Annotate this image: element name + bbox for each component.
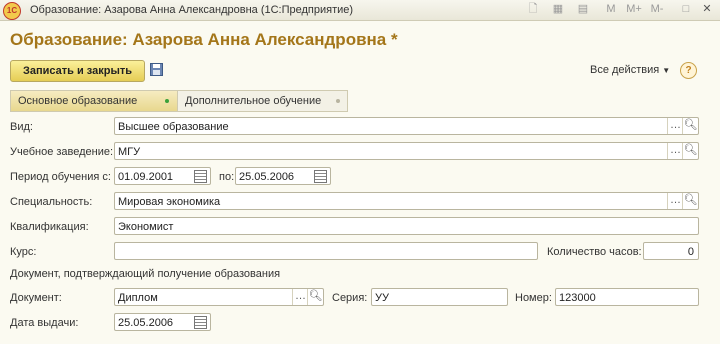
calendar-icon[interactable] xyxy=(314,170,327,183)
course-field[interactable] xyxy=(114,242,538,260)
tab-label: Дополнительное обучение xyxy=(185,95,322,107)
qualification-field[interactable]: Экономист xyxy=(114,217,699,235)
search-icon[interactable]: 🔍︎ xyxy=(307,289,323,305)
hours-label: Количество часов: xyxy=(547,246,642,258)
calculator-icon[interactable]: ▦ xyxy=(550,2,566,17)
document-label: Документ: xyxy=(10,292,62,304)
memory-minus-button[interactable]: M- xyxy=(648,2,666,17)
title-bar: 1С Образование: Азарова Анна Александров… xyxy=(0,0,720,21)
window-title: Образование: Азарова Анна Александровна … xyxy=(30,4,354,16)
institution-field[interactable]: МГУ … 🔍︎ xyxy=(114,142,699,160)
type-label: Вид: xyxy=(10,121,33,133)
period-to-field[interactable]: 25.05.2006 xyxy=(235,167,331,185)
form-heading: Образование: Азарова Анна Александровна … xyxy=(10,30,398,49)
number-value: 123000 xyxy=(559,292,596,304)
issue-date-field[interactable]: 25.05.2006 xyxy=(114,313,211,331)
app-logo-icon: 1С xyxy=(3,2,21,20)
institution-value: МГУ xyxy=(118,146,141,158)
specialty-field[interactable]: Мировая экономика … 🔍︎ xyxy=(114,192,699,210)
help-button[interactable]: ? xyxy=(680,62,697,79)
document-value: Диплом xyxy=(118,292,158,304)
select-button[interactable]: … xyxy=(667,118,683,134)
type-value: Высшее образование xyxy=(118,121,229,133)
specialty-label: Специальность: xyxy=(10,196,93,208)
institution-label: Учебное заведение: xyxy=(10,146,114,158)
calendar-icon[interactable] xyxy=(194,316,207,329)
maximize-button[interactable]: □ xyxy=(680,2,692,17)
period-to-value: 25.05.2006 xyxy=(239,171,295,183)
series-value: УУ xyxy=(375,292,389,304)
calendar-icon[interactable] xyxy=(194,170,207,183)
qualification-label: Квалификация: xyxy=(10,221,89,233)
inactive-dot-icon xyxy=(336,99,340,103)
number-field[interactable]: 123000 xyxy=(555,288,699,306)
issue-date-value: 25.05.2006 xyxy=(118,317,174,329)
period-from-field[interactable]: 01.09.2001 xyxy=(114,167,211,185)
search-icon[interactable]: 🔍︎ xyxy=(682,143,698,159)
type-field[interactable]: Высшее образование … 🔍︎ xyxy=(114,117,699,135)
period-to-label: по: xyxy=(219,171,235,183)
doc-icon[interactable]: 🗋 xyxy=(525,2,541,17)
active-dot-icon xyxy=(165,99,169,103)
issue-date-label: Дата выдачи: xyxy=(10,317,79,329)
hours-value: 0 xyxy=(687,246,694,258)
qualification-value: Экономист xyxy=(118,221,174,233)
series-field[interactable]: УУ xyxy=(371,288,508,306)
period-from-value: 01.09.2001 xyxy=(118,171,174,183)
document-field[interactable]: Диплом … 🔍︎ xyxy=(114,288,324,306)
select-button[interactable]: … xyxy=(667,143,683,159)
chevron-down-icon: ▼ xyxy=(662,66,671,75)
memory-button[interactable]: M xyxy=(604,2,618,17)
save-icon[interactable] xyxy=(150,63,163,76)
series-label: Серия: xyxy=(332,292,368,304)
document-section-title: Документ, подтверждающий получение образ… xyxy=(10,268,281,280)
all-actions-menu[interactable]: Все действия ▼ xyxy=(590,64,670,76)
course-label: Курс: xyxy=(10,246,37,258)
search-icon[interactable]: 🔍︎ xyxy=(682,118,698,134)
tab-basic-education[interactable]: Основное образование xyxy=(11,91,178,111)
save-and-close-button[interactable]: Записать и закрыть xyxy=(10,60,145,82)
all-actions-label: Все действия xyxy=(590,64,660,76)
memory-plus-button[interactable]: M+ xyxy=(625,2,643,17)
tab-label: Основное образование xyxy=(18,95,138,107)
period-from-label: Период обучения с: xyxy=(10,171,111,183)
calendar-icon[interactable]: ▤ xyxy=(575,2,591,17)
select-button[interactable]: … xyxy=(292,289,308,305)
search-icon[interactable]: 🔍︎ xyxy=(682,193,698,209)
tab-bar: Основное образование Дополнительное обуч… xyxy=(10,90,348,112)
number-label: Номер: xyxy=(515,292,552,304)
specialty-value: Мировая экономика xyxy=(118,196,221,208)
close-button[interactable]: ✕ xyxy=(700,2,714,17)
tab-additional-training[interactable]: Дополнительное обучение xyxy=(178,91,347,111)
hours-field[interactable]: 0 xyxy=(643,242,699,260)
select-button[interactable]: … xyxy=(667,193,683,209)
